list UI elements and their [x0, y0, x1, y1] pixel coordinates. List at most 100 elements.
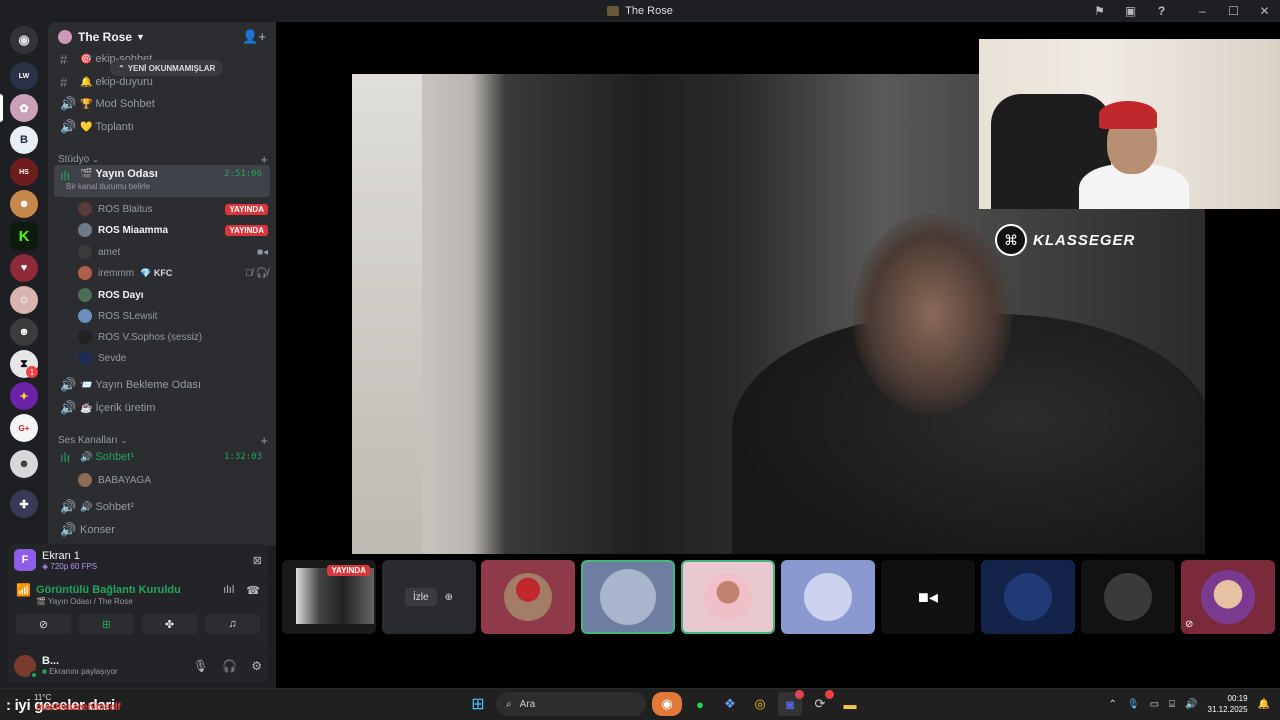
- chevron-up-icon[interactable]: ⌃: [1109, 699, 1117, 710]
- file-explorer-icon[interactable]: ▬: [838, 692, 862, 716]
- spotify-icon[interactable]: ●: [688, 692, 712, 716]
- server-icon-9[interactable]: ☻: [10, 318, 38, 346]
- server-icon-the-rose[interactable]: ✿: [10, 94, 38, 122]
- stream-tile-watch[interactable]: İzle ⊕: [382, 560, 476, 634]
- channel-yayin-bekleme[interactable]: 🔊 📨 Yayın Bekleme Odası: [54, 374, 270, 396]
- server-icon-14[interactable]: ✚: [10, 490, 38, 518]
- voice-user-slewsit[interactable]: ROS SLewsit: [78, 306, 268, 326]
- new-unreads-pill[interactable]: ⌃ YENİ OKUNMAMIŞLAR: [110, 60, 224, 76]
- participant-tile-8[interactable]: ⊘: [1181, 560, 1275, 634]
- server-icon-13[interactable]: ☻: [10, 450, 38, 478]
- settings-gear-icon[interactable]: ⚙: [251, 659, 262, 673]
- widgets-icon[interactable]: ◉: [652, 692, 682, 716]
- microphone-icon[interactable]: 🎙: [193, 659, 208, 673]
- discord-home-icon[interactable]: ◉: [10, 26, 38, 54]
- user-name: amet: [98, 246, 121, 258]
- microphone-tray-icon[interactable]: 🎙: [1127, 699, 1140, 710]
- channel-toplanti[interactable]: 🔊 💛 Toplantı: [54, 116, 270, 138]
- channel-yayin-odasi[interactable]: ılı 🎬 Yayın Odası 2:51:06 Bir kanal duru…: [54, 165, 270, 197]
- clock-time: 00:19: [1227, 694, 1248, 703]
- stream-tile-self[interactable]: YAYINDA: [282, 560, 376, 634]
- user-name: Sevde: [98, 352, 127, 364]
- help-icon[interactable]: ?: [1146, 0, 1177, 22]
- user-status-text: Ekranını paylaşıyor: [49, 667, 118, 676]
- voice-user-blaitus[interactable]: ROS Blaitus YAYINDA: [78, 199, 268, 219]
- app2-icon[interactable]: ⟳: [808, 690, 834, 716]
- participant-tile-6[interactable]: [981, 560, 1075, 634]
- speaker-icon: 🔊: [60, 119, 77, 134]
- discord-taskbar-icon[interactable]: ◙ 1: [778, 690, 804, 716]
- chrome-icon[interactable]: ◎: [748, 692, 772, 716]
- disconnect-icon[interactable]: ☎: [246, 584, 260, 597]
- channel-icerik-uretim[interactable]: 🔊 ☕ İçerik üretim: [54, 397, 270, 419]
- activities-button[interactable]: ✤: [142, 614, 197, 634]
- share-screen-button[interactable]: ⊞: [79, 614, 134, 634]
- close-button[interactable]: ✕: [1249, 0, 1280, 22]
- server-icon-7[interactable]: ♥: [10, 254, 38, 282]
- participant-tile-4[interactable]: [781, 560, 875, 634]
- server-icon-3[interactable]: B: [10, 126, 38, 154]
- noise-suppression-icon[interactable]: ılıl: [223, 584, 234, 597]
- watch-button[interactable]: İzle: [405, 588, 437, 606]
- user-avatar[interactable]: [14, 654, 38, 679]
- voice-user-sevde[interactable]: Sevde: [78, 348, 268, 368]
- server-icon-12[interactable]: G+: [10, 414, 38, 442]
- popout-icon[interactable]: ⊕: [445, 592, 453, 603]
- participant-tile-1[interactable]: [481, 560, 575, 634]
- camera-icon: ■◂: [918, 586, 938, 607]
- server-icon-8[interactable]: ☺: [10, 286, 38, 314]
- display-icon[interactable]: ▭: [1150, 699, 1159, 710]
- headphones-icon[interactable]: 🎧: [222, 659, 237, 673]
- user-name: ROS Dayı: [98, 289, 144, 301]
- soundboard-button[interactable]: ♫: [205, 614, 260, 634]
- voice-user-iremmm[interactable]: iremmm 💎 KFC 🎙̸ 🎧̸: [78, 263, 268, 283]
- participant-tile-7[interactable]: [1081, 560, 1175, 634]
- connection-location[interactable]: 🎬 Yayın Odası / The Rose: [36, 597, 260, 606]
- clock-date: 31.12.2025: [1207, 705, 1248, 714]
- stage-icon: 🔊: [60, 522, 77, 537]
- server-icon-5[interactable]: ☻: [10, 190, 38, 218]
- network-icon[interactable]: ⌸: [1169, 699, 1175, 710]
- avatar: [78, 266, 92, 280]
- minimize-button[interactable]: –: [1187, 0, 1218, 22]
- selected-server-pill: [0, 94, 3, 122]
- voice-user-vsophos[interactable]: ROS V.Sophos (sessiz): [78, 327, 268, 347]
- participant-tile-2[interactable]: [581, 560, 675, 634]
- inbox-flag-icon[interactable]: ⚑: [1084, 0, 1115, 22]
- invite-people-icon[interactable]: 👤+: [242, 29, 266, 45]
- channel-mod-sohbet[interactable]: 🔊 🏆 Mod Sohbet: [54, 93, 270, 115]
- server-icon-1[interactable]: LW: [10, 62, 38, 90]
- notifications-icon[interactable]: 🔔: [1258, 699, 1270, 710]
- camera-off-button[interactable]: ⊘: [16, 614, 71, 634]
- voice-user-miaamma[interactable]: ROS Miaamma YAYINDA: [78, 220, 268, 240]
- search-placeholder: Ara: [519, 698, 536, 710]
- voice-user-amet[interactable]: amet ■◂: [78, 242, 268, 262]
- user-name: ROS Miaamma: [98, 224, 169, 236]
- volume-icon[interactable]: 🔊: [1185, 699, 1197, 710]
- screen-share-icon[interactable]: ▣: [1115, 0, 1146, 22]
- taskbar-search[interactable]: ⌕ Ara: [496, 692, 646, 716]
- start-windows-icon[interactable]: ⊞: [466, 692, 490, 716]
- chat-overlay: masterazeehimself: iyi geceler dari: [6, 697, 121, 714]
- channel-konser[interactable]: 🔊 Konser: [54, 519, 270, 541]
- maximize-button[interactable]: ☐: [1218, 0, 1249, 22]
- participant-avatar: [504, 573, 552, 621]
- live-badge: YAYINDA: [327, 565, 370, 576]
- server-icon-4[interactable]: HS: [10, 158, 38, 186]
- channel-sohbet1[interactable]: ılı 🔊 Sohbet¹ 1:32:03: [54, 446, 270, 468]
- connection-status[interactable]: Görüntülü Bağlantı Kuruldu: [36, 584, 181, 596]
- signal-icon[interactable]: 📶: [16, 583, 36, 597]
- channel-sohbet2[interactable]: 🔊 🔊 Sohbet²: [54, 496, 270, 518]
- participant-tile-5[interactable]: ■◂: [881, 560, 975, 634]
- server-icon-kick[interactable]: K: [10, 222, 38, 250]
- stop-stream-icon[interactable]: ⊠: [253, 554, 262, 567]
- voice-user-dayi[interactable]: ROS Dayı: [78, 285, 268, 305]
- voice-connection-panel: 📶 Görüntülü Bağlantı Kuruldu ılıl ☎ 🎬 Ya…: [8, 576, 268, 648]
- participant-tile-3[interactable]: [681, 560, 775, 634]
- app-icon[interactable]: ❖: [718, 692, 742, 716]
- server-icon-11[interactable]: ✦: [10, 382, 38, 410]
- server-badge: 1: [26, 366, 38, 378]
- voice-user-babayaga[interactable]: BABAYAGA: [78, 470, 268, 490]
- clock[interactable]: 00:19 31.12.2025: [1208, 693, 1248, 715]
- channel-status[interactable]: Bir kanal durumu belirle: [66, 182, 270, 191]
